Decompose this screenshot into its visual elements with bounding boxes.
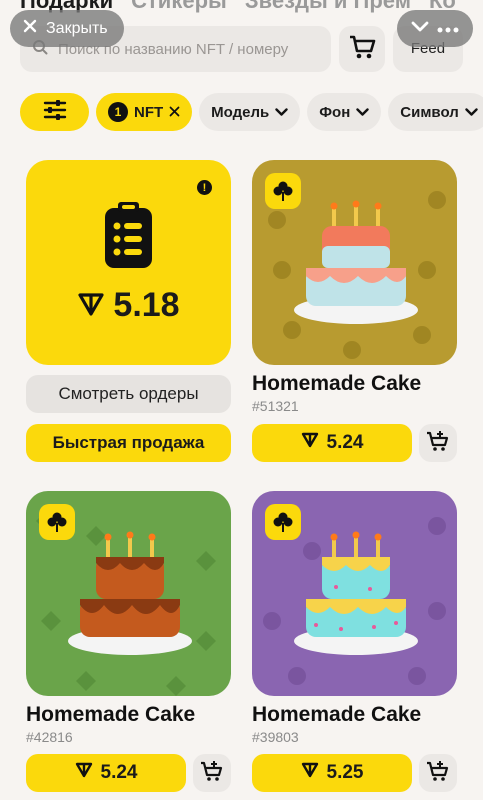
- cake-image: [294, 531, 418, 655]
- filter-sliders-icon: [43, 99, 67, 125]
- gift-name: Homemade Cake: [252, 703, 422, 726]
- cart-icon: [348, 34, 376, 65]
- ton-icon: [77, 286, 105, 325]
- quick-sell-label: Быстрая продажа: [52, 433, 205, 452]
- chevron-down-icon: [465, 104, 478, 121]
- cake-image: [294, 200, 418, 324]
- ton-icon: [301, 432, 319, 454]
- filter-chip-symbol[interactable]: Символ: [388, 93, 483, 131]
- menu-button[interactable]: [397, 10, 473, 47]
- close-button[interactable]: Закрыть: [10, 10, 124, 47]
- chevron-down-icon: [275, 104, 288, 121]
- gift-number: #51321: [252, 398, 299, 414]
- close-icon: [22, 18, 38, 39]
- view-orders-label: Смотреть ордеры: [58, 384, 199, 403]
- clipboard-icon: [102, 200, 155, 275]
- add-to-cart-button[interactable]: [419, 754, 457, 792]
- ton-icon: [301, 762, 319, 784]
- gift-image[interactable]: [26, 491, 231, 696]
- gift-name: Homemade Cake: [26, 703, 196, 726]
- price-value: 5.25: [326, 762, 364, 783]
- order-price-value: 5.18: [113, 286, 180, 324]
- buy-button[interactable]: 5.25: [252, 754, 412, 792]
- add-to-cart-icon: [426, 760, 450, 787]
- order-price: 5.18: [26, 286, 231, 325]
- alert-icon: !: [197, 180, 212, 195]
- price-value: 5.24: [100, 762, 138, 783]
- add-to-cart-icon: [426, 430, 450, 457]
- tab-stickers[interactable]: Стикеры: [131, 0, 227, 16]
- filter-settings-button[interactable]: [20, 93, 89, 131]
- filter-chip-model-label: Модель: [211, 103, 270, 121]
- filter-chip-background-label: Фон: [319, 103, 351, 121]
- gift-number: #39803: [252, 729, 299, 745]
- buy-button[interactable]: 5.24: [26, 754, 186, 792]
- filter-chip-background[interactable]: Фон: [307, 93, 382, 131]
- cart-button[interactable]: [339, 26, 385, 72]
- view-orders-button[interactable]: Смотреть ордеры: [26, 375, 231, 413]
- gift-name: Homemade Cake: [252, 372, 422, 395]
- chevron-down-icon[interactable]: [411, 20, 429, 38]
- filter-bar: 1 NFT Модель Фон Символ: [20, 93, 483, 131]
- buy-button[interactable]: 5.24: [252, 424, 412, 462]
- gift-image[interactable]: [252, 160, 457, 365]
- chevron-down-icon: [356, 104, 369, 121]
- more-dots-icon[interactable]: [437, 20, 459, 38]
- filter-chip-nft[interactable]: 1 NFT: [96, 93, 193, 131]
- filter-chip-symbol-label: Символ: [400, 103, 459, 121]
- add-to-cart-button[interactable]: [419, 424, 457, 462]
- add-to-cart-button[interactable]: [193, 754, 231, 792]
- ton-icon: [75, 762, 93, 784]
- my-orders-card[interactable]: ! 5.18: [26, 160, 231, 365]
- gift-number: #42816: [26, 729, 73, 745]
- tab-stars-premium[interactable]: Звезды и Прем: [245, 0, 411, 16]
- close-label: Закрыть: [46, 19, 108, 37]
- price-value: 5.24: [326, 432, 364, 453]
- filter-count-badge: 1: [108, 102, 128, 122]
- filter-chip-nft-label: NFT: [134, 103, 164, 121]
- gift-image[interactable]: [252, 491, 457, 696]
- filter-chip-model[interactable]: Модель: [199, 93, 301, 131]
- add-to-cart-icon: [200, 760, 224, 787]
- cake-image: [68, 531, 192, 655]
- quick-sell-button[interactable]: Быстрая продажа: [26, 424, 231, 462]
- remove-filter-icon[interactable]: [169, 104, 180, 121]
